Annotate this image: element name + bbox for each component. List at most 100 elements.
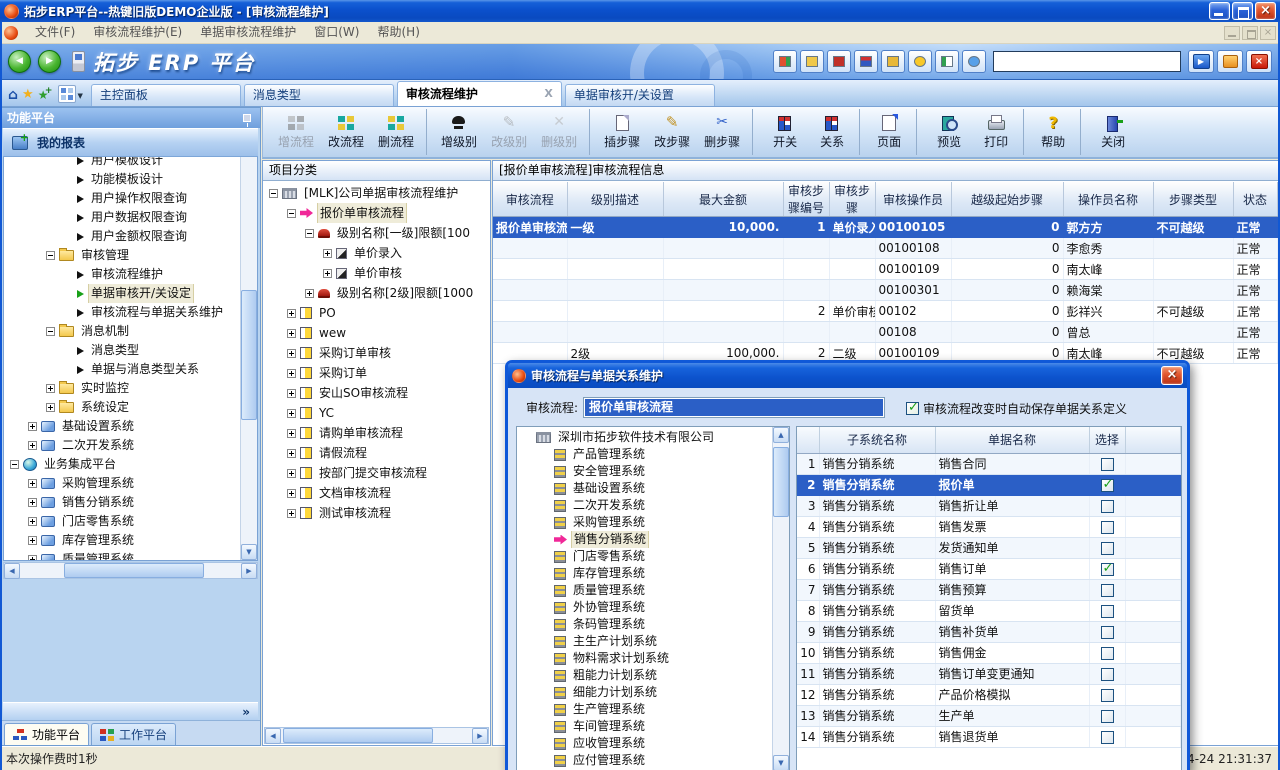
select-checkbox[interactable] (1101, 521, 1114, 534)
favorites-icon[interactable]: ★ (22, 88, 34, 102)
tree-item[interactable]: 审核管理 (4, 246, 240, 265)
select-checkbox[interactable] (1101, 605, 1114, 618)
autosave-checkbox[interactable] (906, 402, 919, 415)
flow-table-header-cell[interactable]: 审核操作员 (875, 182, 951, 217)
tree-item[interactable]: 安山SO审核流程 (263, 383, 490, 403)
scrollbar-thumb[interactable] (283, 728, 433, 743)
select-checkbox[interactable] (1101, 710, 1114, 723)
toolbar-button[interactable]: 插步骤 (597, 109, 647, 155)
tree-expander-icon[interactable] (64, 194, 73, 203)
tree-item[interactable]: 采购管理系统 (517, 514, 772, 531)
tree-expander-icon[interactable] (287, 409, 296, 418)
tree-item[interactable]: 审核流程维护 (4, 265, 240, 284)
toolbar-button[interactable]: 页面 (867, 109, 917, 155)
tree-expander-icon[interactable] (287, 429, 296, 438)
tree-item[interactable]: YC (263, 403, 490, 423)
tree-item[interactable]: [MLK]公司单据审核流程维护 (263, 183, 490, 203)
tree-item[interactable]: 功能模板设计 (4, 170, 240, 189)
sidebar-tab[interactable]: 工作平台 (91, 723, 176, 745)
add-favorite-icon[interactable]: ★ (38, 88, 49, 102)
document-tab[interactable]: 消息类型 (244, 84, 394, 106)
table-row[interactable]: 11 销售分销系统 销售订单变更通知 (797, 663, 1181, 684)
tree-expander-icon[interactable] (287, 389, 296, 398)
tree-expander-icon[interactable] (64, 156, 73, 165)
tree-expander-icon[interactable] (287, 329, 296, 338)
tree-expander-icon[interactable] (287, 469, 296, 478)
select-checkbox[interactable] (1101, 647, 1114, 660)
tree-item[interactable]: wew (263, 323, 490, 343)
tree-expander-icon[interactable] (46, 384, 55, 393)
tree-item[interactable]: 单价录入 (263, 243, 490, 263)
tree-expander-icon[interactable] (64, 365, 73, 374)
dialog-tree-scrollbar[interactable]: ▲ ▼ (772, 427, 789, 770)
tree-expander-icon[interactable] (46, 327, 55, 336)
flow-table-header-cell[interactable]: 审核步骤编号 (783, 182, 829, 217)
tree-expander-icon[interactable] (64, 175, 73, 184)
tree-item[interactable]: 质量管理系统 (4, 550, 240, 560)
folder-add-icon[interactable] (881, 50, 905, 73)
tree-expander-icon[interactable] (64, 289, 73, 298)
tab-close-icon[interactable]: X (544, 82, 552, 106)
tree-expander-icon[interactable] (64, 213, 73, 222)
table-row[interactable]: 14 销售分销系统 销售退货单 (797, 726, 1181, 747)
tree-item[interactable]: 级别名称[一级]限额[100 (263, 223, 490, 243)
scroll-up-icon[interactable]: ▲ (773, 427, 789, 443)
accordion-section-button[interactable]: 我的报表 (3, 128, 258, 157)
flow-table-row[interactable]: 00100108 0 李愈秀 正常 (493, 238, 1277, 259)
tree-item[interactable]: 用户操作权限查询 (4, 189, 240, 208)
flow-field-input[interactable]: 报价单审核流程 (583, 397, 885, 418)
scroll-right-icon[interactable]: ▶ (472, 728, 488, 744)
toolbar-button[interactable]: 删流程 (371, 109, 427, 155)
scroll-right-icon[interactable]: ▶ (241, 563, 257, 579)
tree-item[interactable]: 主生产计划系统 (517, 633, 772, 650)
clock-icon[interactable] (962, 50, 986, 73)
tree-expander-icon[interactable] (305, 229, 314, 238)
toolbar-button[interactable]: ✂ 删步骤 (697, 109, 753, 155)
tree-item[interactable]: 请购单审核流程 (263, 423, 490, 443)
mdi-minimize-button[interactable] (1224, 26, 1240, 40)
toolbar-button[interactable]: ✎ 改级别 (484, 109, 534, 155)
scroll-left-icon[interactable]: ◀ (265, 728, 281, 744)
more-sections-button[interactable]: » (3, 702, 258, 722)
menu-item[interactable]: 单据审核流程维护 (191, 22, 305, 43)
tree-item[interactable]: 生产管理系统 (517, 701, 772, 718)
select-checkbox[interactable] (1101, 458, 1114, 471)
tree-expander-icon[interactable] (28, 536, 37, 545)
tree-item[interactable]: 系统设定 (4, 398, 240, 417)
flow-table-row[interactable]: 00100301 0 赖海棠 正常 (493, 280, 1277, 301)
run-search-button[interactable]: ▶ (1188, 50, 1214, 73)
project-horizontal-scrollbar[interactable]: ◀ ▶ (264, 727, 489, 744)
dialog-close-button[interactable]: × (1161, 366, 1183, 385)
tree-item[interactable]: 采购管理系统 (4, 474, 240, 493)
home-folder-button[interactable] (1217, 50, 1243, 73)
close-button[interactable]: × (1255, 2, 1276, 20)
tree-item[interactable]: 销售分销系统 (517, 531, 772, 548)
view-grid-button[interactable] (58, 85, 76, 103)
tree-item[interactable]: 用户金额权限查询 (4, 227, 240, 246)
tree-item[interactable]: 级别名称[2级]限额[1000 (263, 283, 490, 303)
tree-item[interactable]: 测试审核流程 (263, 503, 490, 523)
toolbar-button[interactable]: 预览 (924, 109, 974, 155)
tree-item[interactable]: 实时监控 (4, 379, 240, 398)
tree-item[interactable]: 深圳市拓步软件技术有限公司 (517, 429, 772, 446)
mdi-close-button[interactable]: × (1260, 26, 1276, 40)
table-row[interactable]: 6 销售分销系统 销售订单 (797, 558, 1181, 579)
search-input[interactable] (993, 51, 1181, 72)
tree-item[interactable]: 门店零售系统 (517, 548, 772, 565)
table-row[interactable]: 12 销售分销系统 产品价格模拟 (797, 684, 1181, 705)
table-row[interactable]: 5 销售分销系统 发货通知单 (797, 537, 1181, 558)
flow-table-row[interactable]: 报价单审核流程 一级 10,000. 1 单价录入 00100105 0 郭方方… (493, 217, 1277, 238)
tree-item[interactable]: 安全管理系统 (517, 463, 772, 480)
table-row[interactable]: 10 销售分销系统 销售佣金 (797, 642, 1181, 663)
flow-table-row[interactable]: 00108 0 曾总 正常 (493, 322, 1277, 343)
tree-expander-icon[interactable] (287, 349, 296, 358)
tree-item[interactable]: 质量管理系统 (517, 582, 772, 599)
tree-item[interactable]: 条码管理系统 (517, 616, 772, 633)
tree-item[interactable]: 采购订单 (263, 363, 490, 383)
select-checkbox[interactable] (1101, 626, 1114, 639)
toolbar-button[interactable]: 打印 (974, 109, 1024, 155)
tree-item[interactable]: 单价审核 (263, 263, 490, 283)
tree-expander-icon[interactable] (269, 189, 278, 198)
tree-item[interactable]: 审核流程与单据关系维护 (4, 303, 240, 322)
scroll-left-icon[interactable]: ◀ (4, 563, 20, 579)
